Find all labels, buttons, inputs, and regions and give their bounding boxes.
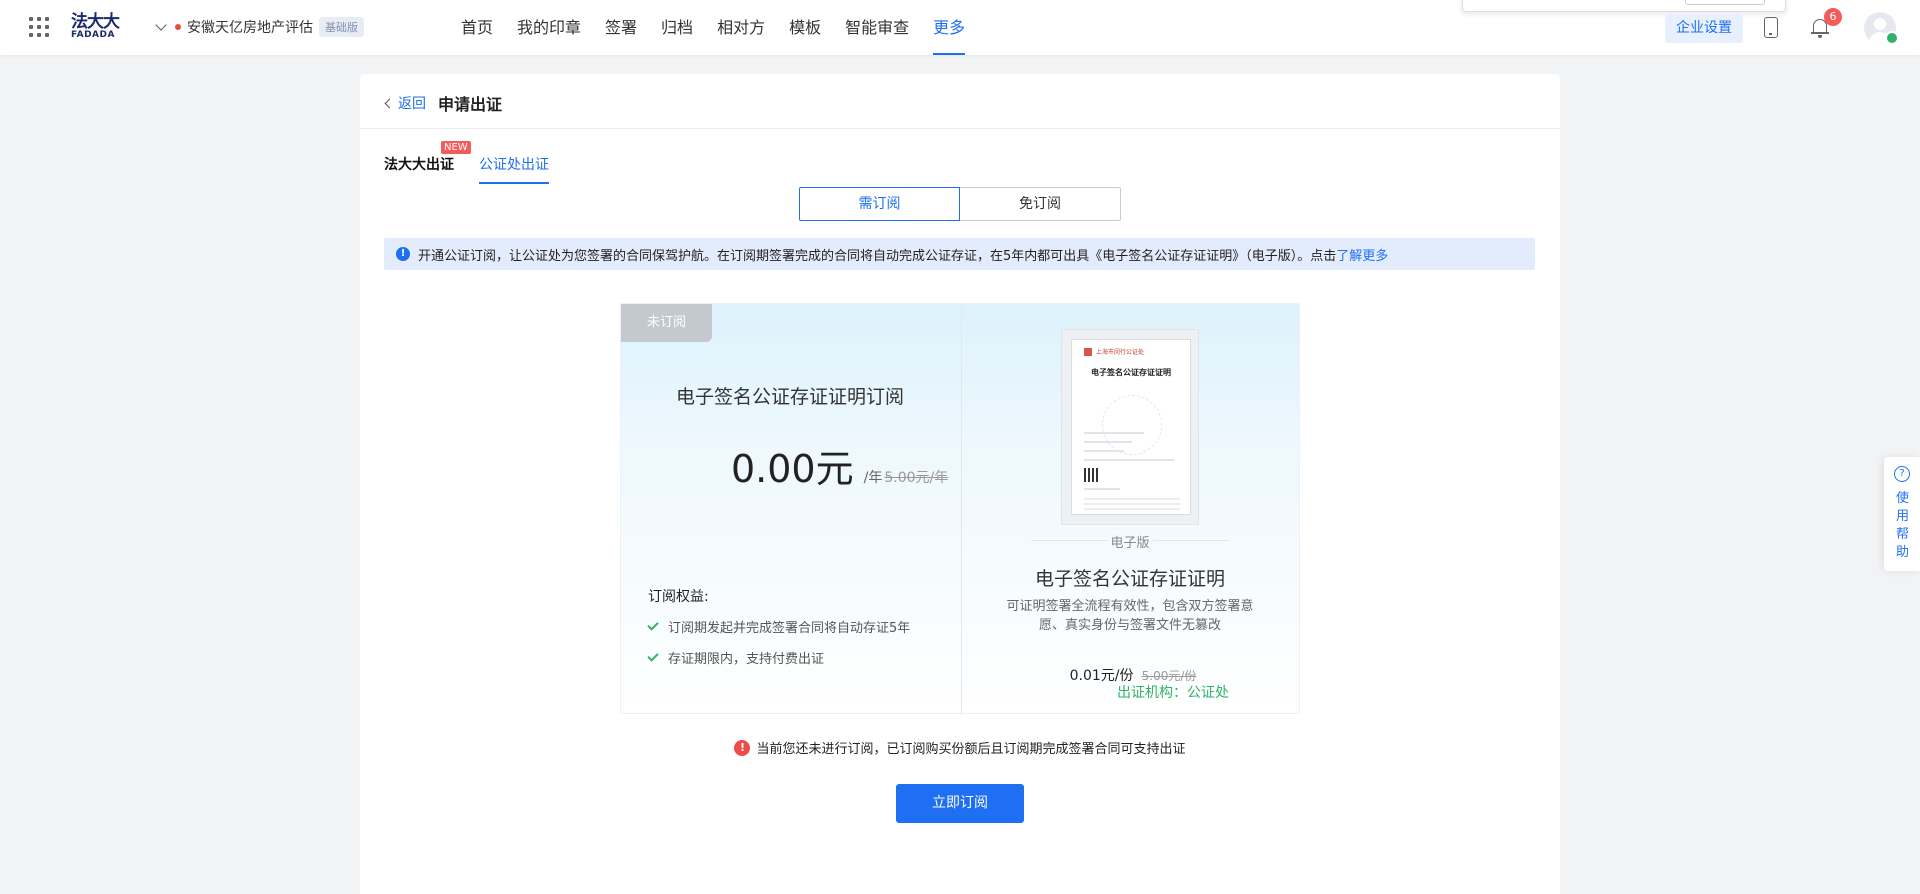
- mobile-icon[interactable]: [1764, 17, 1778, 38]
- app-grid-icon[interactable]: [29, 17, 49, 37]
- verified-icon: [1885, 31, 1899, 45]
- warning-icon: !: [734, 739, 751, 756]
- subscribe-button[interactable]: 立即订阅: [896, 784, 1024, 823]
- brand-logo[interactable]: 法大大 FADADA: [71, 12, 123, 41]
- org-switcher[interactable]: 安徽天亿房地产评估 基础版: [155, 17, 364, 37]
- nav-item-archive[interactable]: 归档: [661, 0, 693, 55]
- tier-badge: 基础版: [319, 17, 364, 37]
- main-nav: 首页 我的印章 签署 归档 相对方 模板 智能审查 更多: [461, 0, 989, 55]
- nav-item-templates[interactable]: 模板: [789, 0, 821, 55]
- top-bar: 法大大 FADADA 安徽天亿房地产评估 基础版 首页 我的印章 签署 归档 相…: [0, 0, 1920, 55]
- enterprise-settings-button[interactable]: 企业设置: [1665, 14, 1743, 43]
- footer-area: ! 当前您还未进行订阅，已订阅购买份额后且订阅期完成签署合同可支持出证 立即订阅: [360, 74, 1560, 894]
- help-float[interactable]: ? 使用帮助: [1884, 457, 1920, 571]
- warning-text: 当前您还未进行订阅，已订阅购买份额后且订阅期完成签署合同可支持出证: [756, 742, 1186, 757]
- nav-item-sign[interactable]: 签署: [605, 0, 637, 55]
- subscription-warning: ! 当前您还未进行订阅，已订阅购买份额后且订阅期完成签署合同可支持出证: [360, 738, 1560, 757]
- nav-item-home[interactable]: 首页: [461, 0, 493, 55]
- chevron-down-icon: [155, 19, 167, 31]
- dropdown-panel: [1462, 0, 1786, 12]
- nav-item-more[interactable]: 更多: [933, 0, 966, 55]
- help-label: 使用帮助: [1896, 491, 1910, 560]
- notification-badge: 6: [1824, 8, 1842, 26]
- status-dot: [175, 24, 181, 30]
- help-icon: ?: [1894, 466, 1910, 482]
- logo-cn: 法大大: [71, 12, 120, 32]
- nav-item-smart-review[interactable]: 智能审查: [845, 0, 909, 55]
- nav-item-seals[interactable]: 我的印章: [517, 0, 581, 55]
- nav-item-counterparty[interactable]: 相对方: [717, 0, 765, 55]
- org-name: 安徽天亿房地产评估: [187, 20, 313, 36]
